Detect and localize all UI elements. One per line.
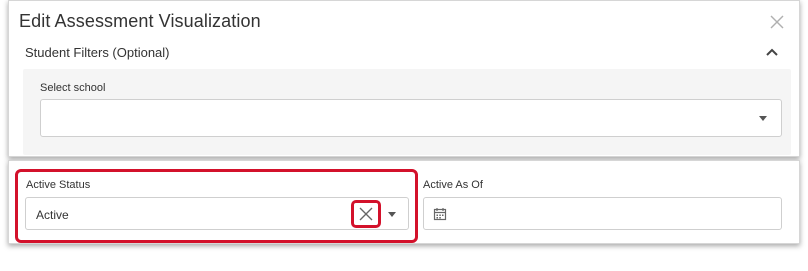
calendar-icon[interactable] <box>433 207 447 221</box>
student-filters-panel: Select school <box>23 69 791 155</box>
collapse-button[interactable] <box>765 45 779 59</box>
active-as-of-date-input[interactable] <box>423 197 782 230</box>
active-status-label: Active Status <box>26 179 91 191</box>
clear-button[interactable] <box>351 200 381 228</box>
active-status-dropdown[interactable]: Active <box>25 197 409 230</box>
active-as-of-label: Active As Of <box>423 179 483 191</box>
student-filters-header[interactable]: Student Filters (Optional) <box>25 45 170 60</box>
chevron-up-icon <box>766 48 778 56</box>
page: Edit Assessment Visualization Student Fi… <box>0 0 808 271</box>
status-filters-card: Active Status Active Active As Of <box>8 160 800 244</box>
caret-down-icon[interactable] <box>388 212 396 217</box>
select-school-dropdown[interactable] <box>40 99 782 137</box>
caret-down-icon <box>759 116 767 121</box>
active-status-value: Active <box>36 208 69 222</box>
dialog-title: Edit Assessment Visualization <box>19 11 261 31</box>
select-school-label: Select school <box>40 82 106 94</box>
close-icon <box>770 15 784 29</box>
edit-visualization-dialog: Edit Assessment Visualization Student Fi… <box>8 0 800 157</box>
close-button[interactable] <box>769 14 785 30</box>
clear-icon <box>359 207 373 221</box>
